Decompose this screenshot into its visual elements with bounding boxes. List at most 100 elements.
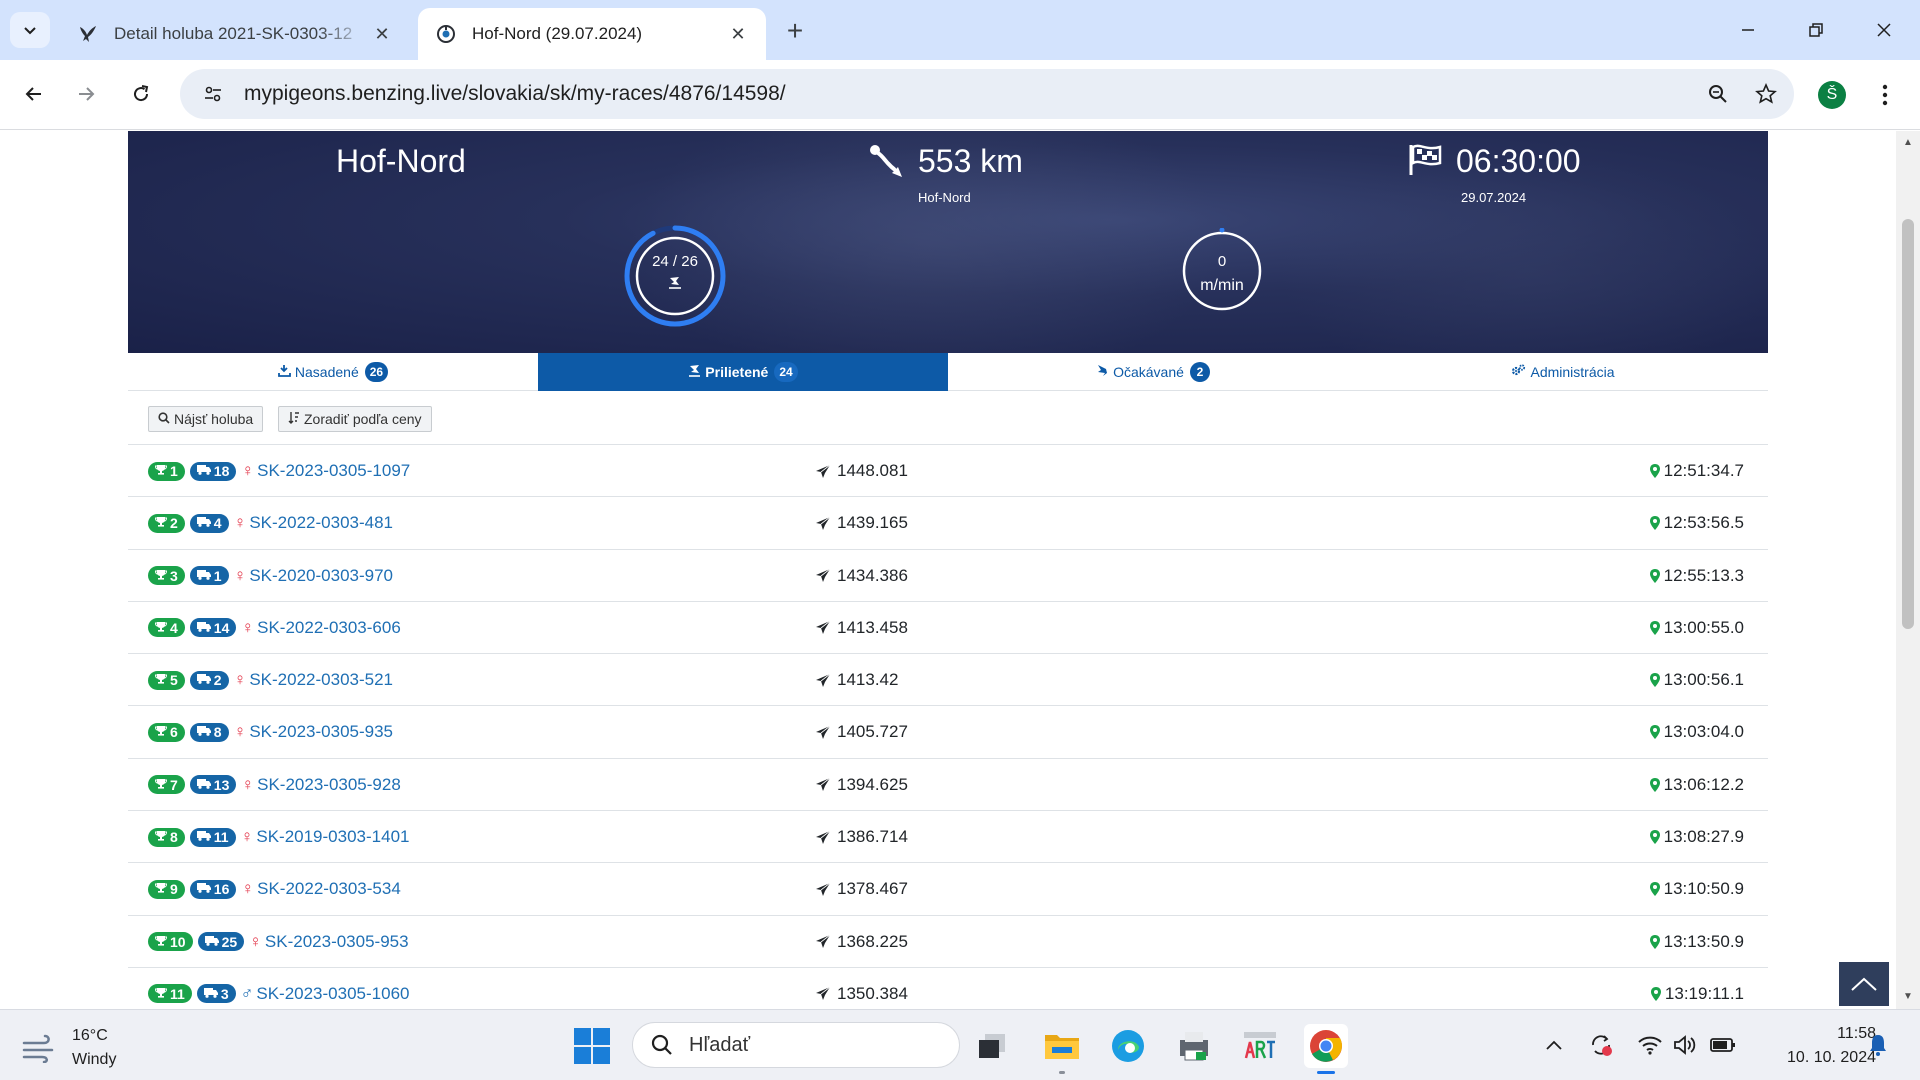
- female-icon: ♀: [233, 722, 247, 742]
- tab-ocakavane[interactable]: Očakávané 2: [948, 353, 1358, 391]
- arrival-time: 13:10:50.9: [1663, 879, 1744, 899]
- back-arrow-icon: [25, 87, 41, 101]
- site-info-icon[interactable]: [190, 71, 236, 117]
- notifications-bell-icon[interactable]: [1865, 1030, 1891, 1060]
- close-tab-icon[interactable]: ✕: [370, 22, 394, 46]
- arrival-time: 13:19:11.1: [1664, 983, 1744, 1003]
- tab-prilietene[interactable]: Prilietené 24: [538, 353, 948, 391]
- place-badge: 6: [148, 722, 185, 742]
- truck-icon: [196, 464, 211, 478]
- female-icon: ♀: [241, 774, 255, 794]
- pigeon-ring-link[interactable]: SK-2023-0305-935: [249, 722, 393, 742]
- scrollbar-thumb[interactable]: [1902, 219, 1914, 629]
- result-row[interactable]: 6 8 ♀ SK-2023-0305-935 1405.727 13:03:04.0: [128, 706, 1768, 759]
- taskbar-search[interactable]: Hľadať: [632, 1022, 960, 1068]
- new-tab-button[interactable]: +: [778, 14, 812, 48]
- search-icon: [158, 411, 170, 427]
- volume-icon[interactable]: [1671, 1030, 1701, 1060]
- paper-plane-icon: [815, 725, 831, 740]
- place-number: 3: [170, 567, 178, 584]
- app-button[interactable]: [1172, 1024, 1216, 1068]
- address-bar[interactable]: mypigeons.benzing.live/slovakia/sk/my-ra…: [180, 69, 1794, 119]
- pigeon-ring-link[interactable]: SK-2022-0303-534: [257, 879, 401, 899]
- wifi-icon[interactable]: [1635, 1030, 1665, 1060]
- sort-by-price-button[interactable]: Zoradiť podľa ceny: [278, 406, 432, 432]
- pigeon-ring-link[interactable]: SK-2023-0305-928: [257, 775, 401, 795]
- place-number: 11: [170, 985, 185, 1002]
- result-row[interactable]: 11 3 ♂ SK-2023-0305-1060 1350.384 13:19:11.1: [128, 968, 1768, 1009]
- basket-badge: 11: [189, 827, 236, 847]
- start-button[interactable]: [574, 1028, 610, 1064]
- battery-icon[interactable]: [1708, 1030, 1738, 1060]
- scroll-down-arrow-icon[interactable]: ▼: [1901, 991, 1915, 1005]
- search-icon: [647, 1033, 677, 1057]
- restore-button[interactable]: [1796, 12, 1836, 48]
- place-number: 7: [170, 776, 178, 793]
- speed-value: 1448.081: [837, 461, 908, 480]
- back-button[interactable]: [14, 74, 54, 114]
- weather-description: Windy: [72, 1051, 117, 1068]
- pigeon-ring-link[interactable]: SK-2022-0303-481: [249, 513, 393, 533]
- arrival-time: 12:53:56.5: [1663, 513, 1744, 533]
- folder-icon: [1045, 1035, 1079, 1059]
- map-pin-icon: [1649, 516, 1660, 531]
- pigeon-ring-link[interactable]: SK-2022-0303-606: [257, 618, 401, 638]
- chrome-button[interactable]: [1304, 1024, 1348, 1074]
- result-row[interactable]: 9 16 ♀ SK-2022-0303-534 1378.467 13:10:50.9: [128, 863, 1768, 916]
- result-row[interactable]: 3 1 ♀ SK-2020-0303-970 1434.386 12:55:13.3: [128, 550, 1768, 602]
- reload-button[interactable]: [121, 74, 161, 114]
- result-row[interactable]: 2 4 ♀ SK-2022-0303-481 1439.165 12:53:56.5: [128, 497, 1768, 550]
- pigeon-ring-link[interactable]: SK-2019-0303-1401: [256, 827, 409, 847]
- profile-avatar[interactable]: Š: [1818, 81, 1846, 109]
- clock-date: 10. 10. 2024: [1787, 1049, 1876, 1066]
- result-row[interactable]: 4 14 ♀ SK-2022-0303-606 1413.458 13:00:55.0: [128, 602, 1768, 655]
- close-tab-icon[interactable]: ✕: [726, 22, 750, 46]
- speed-value: 1413.42: [837, 670, 899, 690]
- natural-art-button[interactable]: [1238, 1024, 1282, 1068]
- browser-tab-race[interactable]: Hof-Nord (29.07.2024) ✕: [418, 8, 766, 60]
- windows-taskbar: 16°C Windy Hľadať 11:58 10. 10. 2024: [0, 1009, 1920, 1080]
- speed-value: 1439.165: [837, 513, 908, 533]
- pigeon-favicon-icon: [76, 22, 100, 46]
- pigeon-ring-link[interactable]: SK-2023-0305-1097: [257, 461, 410, 481]
- url-text[interactable]: mypigeons.benzing.live/slovakia/sk/my-ra…: [244, 82, 1698, 106]
- weather-widget[interactable]: 16°C Windy: [22, 1024, 116, 1072]
- find-pigeon-button[interactable]: Nájsť holuba: [148, 406, 264, 432]
- result-row[interactable]: 7 13 ♀ SK-2023-0305-928 1394.625 13:06:12.2: [128, 759, 1768, 812]
- edge-button[interactable]: [1106, 1024, 1150, 1068]
- result-row[interactable]: 10 25 ♀ SK-2023-0305-953 1368.225 13:13:50.9: [128, 916, 1768, 968]
- speed-value: 1434.386: [837, 565, 908, 585]
- browser-tab-pigeon-detail[interactable]: Detail holuba 2021-SK-0303-12 ✕: [60, 8, 410, 60]
- tab-administracia[interactable]: Administrácia: [1358, 353, 1768, 391]
- tab-search-button[interactable]: [10, 12, 50, 48]
- weather-temperature: 16°C: [72, 1027, 108, 1044]
- result-row[interactable]: 1 18 ♀ SK-2023-0305-1097 1448.081 12:51:34.7: [128, 445, 1768, 498]
- pigeon-ring-link[interactable]: SK-2020-0303-970: [249, 566, 393, 586]
- forward-button[interactable]: [66, 74, 106, 114]
- truck-icon: [196, 621, 211, 635]
- task-view-button[interactable]: [970, 1024, 1014, 1068]
- pigeon-ring-link[interactable]: SK-2022-0303-521: [249, 670, 393, 690]
- race-distance: 553 km: [918, 143, 1023, 179]
- file-explorer-button[interactable]: [1040, 1024, 1084, 1074]
- place-badge: 2: [148, 513, 185, 533]
- pigeon-ring-link[interactable]: SK-2023-0305-953: [265, 932, 409, 952]
- browser-menu-button[interactable]: [1870, 80, 1900, 110]
- close-icon: [1877, 23, 1891, 37]
- scroll-up-arrow-icon[interactable]: ▲: [1901, 137, 1915, 151]
- system-clock[interactable]: 11:58 10. 10. 2024: [1752, 1022, 1876, 1070]
- result-row[interactable]: 8 11 ♀ SK-2019-0303-1401 1386.714 13:08:27.9: [128, 811, 1768, 864]
- minimize-button[interactable]: [1728, 12, 1768, 48]
- close-window-button[interactable]: [1864, 12, 1904, 48]
- page-scrollbar[interactable]: ▲ ▼: [1896, 131, 1920, 1009]
- pigeon-ring-link[interactable]: SK-2023-0305-1060: [256, 984, 409, 1004]
- tab-nasadene[interactable]: Nasadené 26: [128, 353, 538, 391]
- zoom-icon[interactable]: [1698, 74, 1738, 114]
- hero-background-shade: [1278, 151, 1768, 353]
- scroll-to-top-button[interactable]: [1839, 962, 1889, 1006]
- bookmark-star-icon[interactable]: [1746, 74, 1786, 114]
- basket-badge: 18: [189, 461, 237, 481]
- show-hidden-icons-button[interactable]: [1539, 1030, 1569, 1060]
- sync-icon[interactable]: [1586, 1030, 1616, 1060]
- result-row[interactable]: 5 2 ♀ SK-2022-0303-521 1413.42 13:00:56.1: [128, 654, 1768, 707]
